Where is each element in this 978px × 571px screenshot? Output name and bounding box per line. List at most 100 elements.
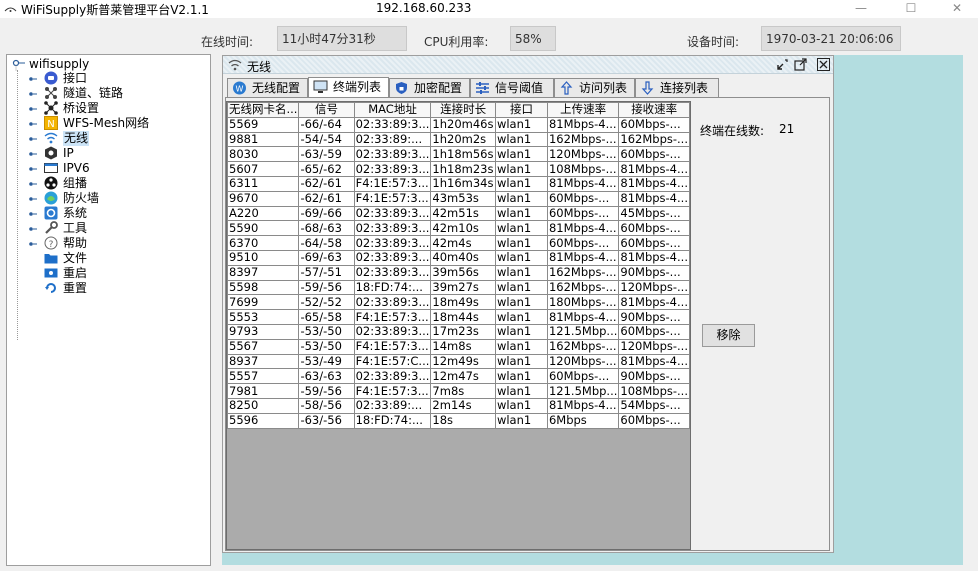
column-header[interactable]: 接收速率 bbox=[618, 102, 690, 118]
table-cell: 39m56s bbox=[430, 264, 496, 281]
minimize-button[interactable]: — bbox=[838, 0, 884, 18]
tab-access-list[interactable]: 访问列表 bbox=[554, 78, 635, 97]
tree-item-bridge[interactable]: 桥设置 bbox=[29, 101, 209, 116]
tree-item-interface[interactable]: 接口 bbox=[29, 71, 209, 86]
arrow-down-icon bbox=[641, 81, 654, 95]
close-button[interactable]: ✕ bbox=[934, 0, 978, 18]
column-header[interactable]: MAC地址 bbox=[353, 102, 432, 118]
app-logo-icon bbox=[4, 7, 17, 12]
table-cell: 18:FD:74:... bbox=[353, 412, 432, 429]
tree-item-wireless[interactable]: 无线 bbox=[29, 131, 209, 146]
tab-connection-list[interactable]: 连接列表 bbox=[635, 78, 719, 97]
svg-text:N: N bbox=[47, 119, 54, 130]
column-header[interactable]: 信号 bbox=[298, 102, 355, 118]
tree-item-mesh[interactable]: N WFS-Mesh网络 bbox=[29, 116, 209, 131]
tree-item-firewall[interactable]: 防火墙 bbox=[29, 191, 209, 206]
help-icon: ? bbox=[44, 236, 58, 250]
tree-item-label: 重启 bbox=[63, 266, 88, 280]
column-header[interactable]: 连接时长 bbox=[430, 102, 496, 118]
table-row[interactable]: 8397 -57/-51 02:33:89:3... 39m56s wlan1 162Mb… bbox=[227, 264, 690, 281]
table-cell: 162Mbps-... bbox=[546, 131, 620, 148]
table-row[interactable]: 6311 -62/-61 F4:1E:57:3... 1h16m34s wlan1 81M… bbox=[227, 175, 690, 192]
table-row[interactable]: 7699 -52/-52 02:33:89:3... 18m49s wlan1 180Mb… bbox=[227, 294, 690, 311]
maximize-button[interactable]: ☐ bbox=[888, 0, 934, 18]
device-ip: 192.168.60.233 bbox=[376, 1, 472, 15]
table-row[interactable]: 5567 -53/-50 F4:1E:57:3... 14m8s wlan1 162Mbp… bbox=[227, 338, 690, 355]
column-header[interactable]: 无线网卡名... bbox=[227, 102, 300, 118]
tab-wireless-config[interactable]: W 无线配置 bbox=[227, 78, 308, 97]
tunnel-icon bbox=[45, 87, 57, 99]
table-cell: 5567 bbox=[227, 338, 300, 355]
table-row[interactable]: 9881 -54/-54 02:33:89:... 1h20m2s wlan1 162Mb… bbox=[227, 131, 690, 148]
wifi-icon bbox=[44, 132, 58, 144]
table-cell: 9793 bbox=[227, 323, 300, 340]
tree-item-files[interactable]: 文件 bbox=[29, 251, 209, 266]
close-icon[interactable] bbox=[817, 58, 830, 71]
table-cell: 40m40s bbox=[430, 249, 496, 266]
table-row[interactable]: 5596 -63/-56 18:FD:74:... 18s wlan1 6Mbps 60Mb… bbox=[227, 412, 690, 429]
table-row[interactable]: 5569 -66/-64 02:33:89:3... 1h20m46s wlan1 81M… bbox=[227, 116, 690, 133]
tree-item-help[interactable]: ? 帮助 bbox=[29, 236, 209, 251]
table-cell: 162Mbps-... bbox=[546, 264, 620, 281]
expand-icon bbox=[29, 167, 37, 171]
table-cell: wlan1 bbox=[494, 309, 548, 325]
tree-item-tools[interactable]: 工具 bbox=[29, 221, 209, 236]
tree-item-tunnel[interactable]: 隧道、链路 bbox=[29, 86, 209, 101]
table-cell: 02:33:89:... bbox=[353, 131, 432, 148]
table-cell: 81Mbps-4... bbox=[546, 175, 620, 192]
tree-item-reset[interactable]: 重置 bbox=[29, 281, 209, 296]
table-cell: -59/-56 bbox=[298, 279, 355, 296]
table-cell: 5557 bbox=[227, 368, 300, 385]
table-cell: 42m51s bbox=[430, 205, 496, 222]
table-cell: 12m47s bbox=[430, 368, 496, 385]
terminal-table-container[interactable]: 无线网卡名... 信号 MAC地址 连接时长 接口 上传速率 接收速率 5569 -66/-6… bbox=[226, 101, 691, 550]
table-cell: wlan1 bbox=[494, 190, 548, 207]
table-cell: 162Mbps-... bbox=[618, 131, 690, 148]
table-cell: 8937 bbox=[227, 353, 300, 370]
table-row[interactable]: 8250 -58/-56 02:33:89:... 2m14s wlan1 81Mbps-… bbox=[227, 397, 690, 414]
tree-item-label: 接口 bbox=[63, 71, 88, 85]
table-row[interactable]: 5598 -59/-56 18:FD:74:... 39m27s wlan1 162Mbp… bbox=[227, 279, 690, 296]
table-row[interactable]: 8937 -53/-49 F4:1E:57:C... 12m49s wlan1 120Mb… bbox=[227, 353, 690, 370]
table-row[interactable]: 5590 -68/-63 02:33:89:3... 42m10s wlan1 81Mbp… bbox=[227, 220, 690, 237]
table-cell: wlan1 bbox=[494, 175, 548, 192]
table-header-row: 无线网卡名... 信号 MAC地址 连接时长 接口 上传速率 接收速率 bbox=[227, 102, 690, 118]
table-cell: 60Mbps-... bbox=[618, 116, 690, 133]
restore-icon[interactable] bbox=[776, 58, 789, 71]
tree-item-ipv6[interactable]: IPV6 bbox=[29, 161, 209, 176]
svg-text:W: W bbox=[236, 85, 244, 94]
table-row[interactable]: 6370 -64/-58 02:33:89:3... 42m4s wlan1 60Mbps… bbox=[227, 235, 690, 251]
table-cell: F4:1E:57:C... bbox=[353, 353, 432, 370]
tab-encryption-config[interactable]: 加密配置 bbox=[389, 78, 470, 97]
table-row[interactable]: 5557 -63/-63 02:33:89:3... 12m47s wlan1 60Mbp… bbox=[227, 368, 690, 385]
ip-icon bbox=[45, 146, 57, 160]
arrow-up-icon bbox=[560, 81, 573, 95]
table-cell: F4:1E:57:3... bbox=[353, 383, 432, 399]
table-row[interactable]: 9510 -69/-63 02:33:89:3... 40m40s wlan1 81Mbp… bbox=[227, 249, 690, 266]
table-row[interactable]: 5607 -65/-62 02:33:89:3... 1h18m23s wlan1 108… bbox=[227, 161, 690, 177]
table-cell: -69/-66 bbox=[298, 205, 355, 222]
table-row[interactable]: 5553 -65/-58 F4:1E:57:3... 18m44s wlan1 81Mbp… bbox=[227, 309, 690, 325]
table-cell: 6Mbps bbox=[546, 412, 620, 429]
table-cell: 121.5Mbp... bbox=[546, 323, 620, 340]
column-header[interactable]: 接口 bbox=[494, 102, 548, 118]
remove-button[interactable]: 移除 bbox=[702, 324, 755, 347]
tree-item-ip[interactable]: IP bbox=[29, 146, 209, 161]
tree-item-system[interactable]: 系统 bbox=[29, 206, 209, 221]
table-row[interactable]: 8030 -63/-59 02:33:89:3... 1h18m56s wlan1 120… bbox=[227, 146, 690, 163]
tree-item-multicast[interactable]: 组播 bbox=[29, 176, 209, 191]
table-row[interactable]: 9670 -62/-61 F4:1E:57:3... 43m53s wlan1 60Mbp… bbox=[227, 190, 690, 207]
tree-item-reboot[interactable]: 重启 bbox=[29, 266, 209, 281]
table-row[interactable]: 7981 -59/-56 F4:1E:57:3... 7m8s wlan1 121.5Mb… bbox=[227, 383, 690, 399]
tab-signal-threshold[interactable]: 信号阈值 bbox=[470, 78, 554, 97]
expand-icon bbox=[29, 242, 37, 246]
table-cell: wlan1 bbox=[494, 383, 548, 399]
navigation-tree[interactable]: wifisupply 接口 隧道、链路 桥设置 N WFS-Mesh网络 无线 … bbox=[6, 54, 211, 566]
table-cell: 02:33:89:3... bbox=[353, 264, 432, 281]
tab-label: 连接列表 bbox=[660, 81, 709, 95]
tab-terminal-list[interactable]: 终端列表 bbox=[308, 77, 389, 98]
maximize-icon[interactable] bbox=[794, 58, 807, 71]
table-row[interactable]: A220 -69/-66 02:33:89:3... 42m51s wlan1 60Mbp… bbox=[227, 205, 690, 222]
table-row[interactable]: 9793 -53/-50 02:33:89:3... 17m23s wlan1 121.5… bbox=[227, 323, 690, 340]
column-header[interactable]: 上传速率 bbox=[546, 102, 620, 118]
